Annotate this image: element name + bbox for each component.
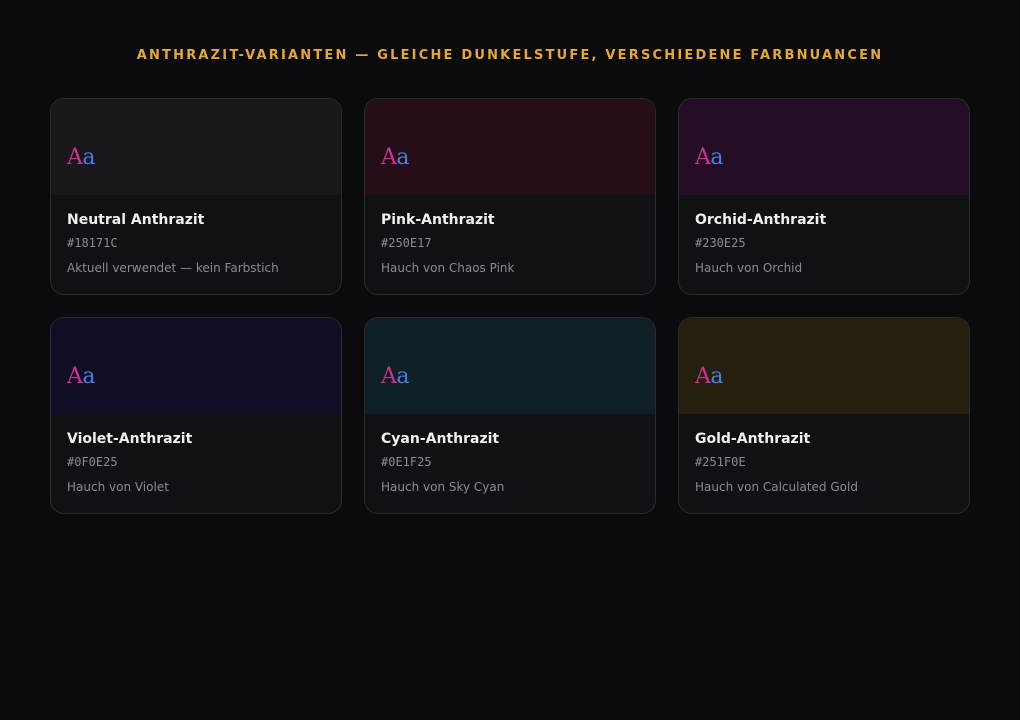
- sample-upper: A: [67, 145, 83, 170]
- swatch-description: Hauch von Sky Cyan: [381, 480, 505, 494]
- sample-lower: a: [82, 364, 96, 389]
- swatch-name: Orchid-Anthrazit: [695, 212, 827, 228]
- color-swatch: Aa: [51, 318, 341, 414]
- type-sample: Aa: [67, 364, 96, 389]
- swatch-description: Hauch von Calculated Gold: [695, 480, 858, 494]
- swatch-description: Hauch von Orchid: [695, 261, 803, 275]
- swatch-name: Gold-Anthrazit: [695, 431, 811, 447]
- swatch-hex: #251F0E: [695, 455, 746, 469]
- swatch-hex: #250E17: [381, 236, 432, 250]
- sample-lower: a: [396, 364, 410, 389]
- swatch-hex: #18171C: [67, 236, 118, 250]
- sample-lower: a: [710, 145, 724, 170]
- swatch-name: Neutral Anthrazit: [67, 212, 205, 228]
- swatch-description: Hauch von Chaos Pink: [381, 261, 515, 275]
- swatch-card-cyan: Aa Cyan-Anthrazit #0E1F25 Hauch von Sky …: [364, 317, 656, 514]
- swatch-card-gold: Aa Gold-Anthrazit #251F0E Hauch von Calc…: [678, 317, 970, 514]
- sample-lower: a: [710, 364, 724, 389]
- color-swatch: Aa: [679, 99, 969, 195]
- swatch-name: Cyan-Anthrazit: [381, 431, 500, 447]
- sample-lower: a: [396, 145, 410, 170]
- type-sample: Aa: [381, 145, 410, 170]
- swatch-grid: Aa Neutral Anthrazit #18171C Aktuell ver…: [50, 98, 970, 514]
- type-sample: Aa: [695, 145, 724, 170]
- swatch-card-neutral: Aa Neutral Anthrazit #18171C Aktuell ver…: [50, 98, 342, 295]
- page-title: ANTHRAZIT-VARIANTEN — GLEICHE DUNKELSTUF…: [136, 48, 884, 63]
- swatch-description: Aktuell verwendet — kein Farbstich: [67, 261, 279, 275]
- sample-upper: A: [67, 364, 83, 389]
- swatch-hex: #0E1F25: [381, 455, 432, 469]
- type-sample: Aa: [695, 364, 724, 389]
- sample-upper: A: [381, 364, 397, 389]
- sample-upper: A: [695, 364, 711, 389]
- swatch-card-violet: Aa Violet-Anthrazit #0F0E25 Hauch von Vi…: [50, 317, 342, 514]
- sample-upper: A: [381, 145, 397, 170]
- swatch-card-pink: Aa Pink-Anthrazit #250E17 Hauch von Chao…: [364, 98, 656, 295]
- swatch-name: Pink-Anthrazit: [381, 212, 495, 228]
- color-swatch: Aa: [365, 318, 655, 414]
- swatch-description: Hauch von Violet: [67, 480, 169, 494]
- swatch-name: Violet-Anthrazit: [67, 431, 193, 447]
- swatch-card-orchid: Aa Orchid-Anthrazit #230E25 Hauch von Or…: [678, 98, 970, 295]
- type-sample: Aa: [381, 364, 410, 389]
- color-swatch: Aa: [365, 99, 655, 195]
- sample-upper: A: [695, 145, 711, 170]
- swatch-hex: #230E25: [695, 236, 746, 250]
- swatch-hex: #0F0E25: [67, 455, 118, 469]
- color-swatch: Aa: [51, 99, 341, 195]
- color-swatch: Aa: [679, 318, 969, 414]
- type-sample: Aa: [67, 145, 96, 170]
- sample-lower: a: [82, 145, 96, 170]
